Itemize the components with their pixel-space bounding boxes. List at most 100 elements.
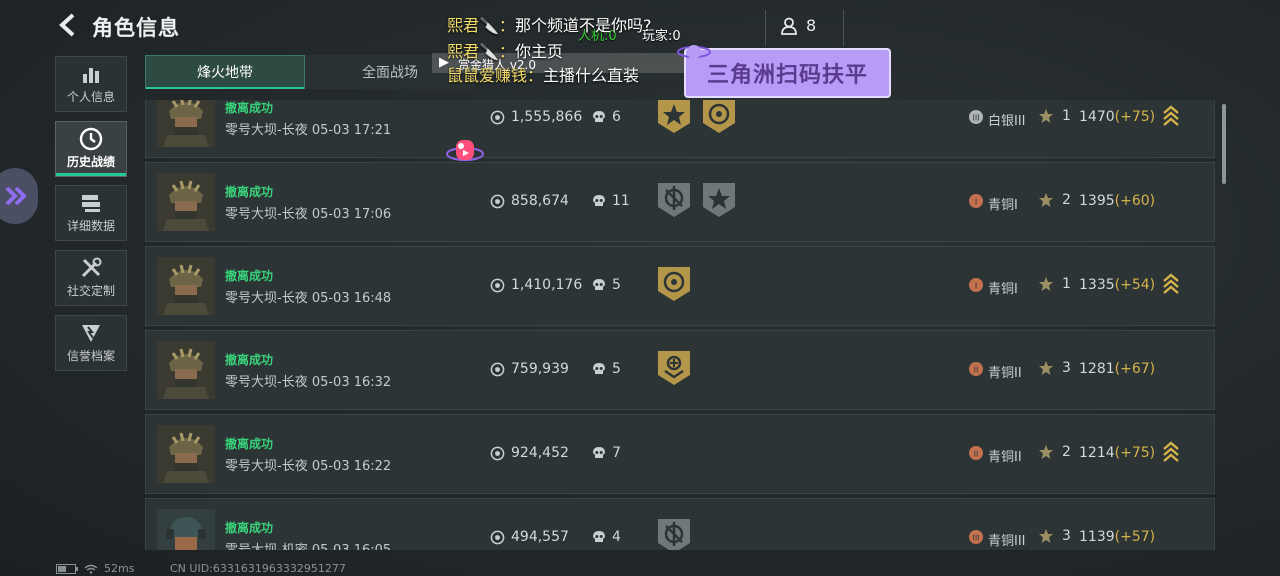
friends-button[interactable]: 8 [780, 16, 816, 35]
match-row[interactable]: 撤离成功 零号大坝-长夜 05-03 17:21 1,555,866 6 III… [145, 100, 1215, 158]
money-value: 1,410,176 [490, 277, 582, 293]
gold-coin-medal-icon [656, 265, 692, 303]
tools-icon [79, 257, 103, 279]
chat-message: 鼠鼠爱赚钱：主播什么直装 [447, 62, 639, 86]
kills-count: 11 [612, 193, 630, 209]
back-arrow-icon [59, 13, 75, 37]
svg-text:I: I [975, 198, 977, 207]
skull-icon [593, 110, 605, 122]
tab-fire-zone[interactable]: 烽火地带 [145, 55, 305, 89]
nav-social-custom[interactable]: 社交定制 [55, 250, 127, 306]
score-value: 1335 [1079, 277, 1115, 293]
gold-coin-medal-icon [701, 100, 737, 135]
money-value: 1,555,866 [490, 109, 582, 125]
kills-count: 5 [612, 277, 621, 293]
nav-label: 个人信息 [66, 90, 115, 104]
match-history-list[interactable]: 撤离成功 零号大坝-长夜 05-03 17:21 1,555,866 6 III… [145, 100, 1215, 550]
side-panel-handle[interactable] [0, 168, 38, 224]
floating-video-icon[interactable] [446, 134, 484, 166]
match-row[interactable]: 撤离成功 零号大坝-长夜 05-03 17:06 858,674 11 I 青铜… [145, 162, 1215, 242]
nav-label: 历史战绩 [66, 155, 115, 169]
money-amount: 858,674 [511, 193, 569, 209]
match-row[interactable]: 撤离成功 零号大坝-机密 05-03 16:05 494,557 4 III 青… [145, 498, 1215, 550]
kills-count: 4 [612, 529, 621, 545]
rank-bronze-icon: II [969, 446, 983, 460]
score-value: 1470 [1079, 109, 1115, 125]
rank-score: 1214(+75) [1079, 445, 1155, 461]
nav-label: 详细数据 [66, 219, 115, 233]
grey-crosshair-medal-icon [656, 517, 692, 550]
rank-bronze-icon: I [969, 194, 983, 208]
money-value: 494,557 [490, 529, 569, 545]
chat-user: 鼠鼠爱赚钱： [447, 66, 544, 85]
shield-icon [79, 322, 103, 344]
list-scrollbar[interactable] [1222, 104, 1226, 184]
stack-icon [79, 192, 103, 214]
rank-name: 青铜II [988, 366, 1022, 381]
coin-icon [490, 530, 505, 544]
rank-name: 青铜I [988, 198, 1018, 213]
skull-icon [593, 530, 605, 542]
star-icon [1039, 193, 1053, 207]
rank-up-chevrons-icon [1163, 105, 1179, 126]
kills-value: 7 [592, 445, 621, 461]
operator-avatar [157, 341, 215, 399]
grey-crosshair-medal-icon [656, 181, 692, 219]
skull-icon [593, 446, 605, 458]
score-delta: (+67) [1114, 361, 1156, 377]
chat-user: 熙君🔪： [447, 42, 515, 61]
operator-avatar [157, 257, 215, 315]
planet-sticker-icon [677, 45, 711, 59]
match-status: 撤离成功 [225, 101, 274, 115]
back-button[interactable] [56, 12, 80, 40]
operator-avatar [157, 509, 215, 550]
coin-icon [490, 194, 505, 208]
star-icon [1039, 361, 1053, 375]
match-row[interactable]: 撤离成功 零号大坝-长夜 05-03 16:32 759,939 5 II 青铜… [145, 330, 1215, 410]
svg-text:I: I [975, 282, 977, 291]
svg-text:II: II [974, 450, 979, 459]
kills-value: 11 [592, 193, 630, 209]
match-status: 撤离成功 [225, 437, 274, 451]
rank-stars: 2 [1038, 192, 1071, 208]
header-divider [765, 10, 766, 46]
coin-icon [490, 278, 505, 292]
nav-personal-info[interactable]: 个人信息 [55, 56, 127, 112]
score-value: 1395 [1079, 193, 1115, 209]
match-row[interactable]: 撤离成功 零号大坝-长夜 05-03 16:48 1,410,176 5 I 青… [145, 246, 1215, 326]
operator-avatar [157, 173, 215, 231]
rank-score: 1335(+54) [1079, 277, 1155, 293]
match-status: 撤离成功 [225, 185, 274, 199]
money-amount: 924,452 [511, 445, 569, 461]
header-divider [843, 10, 844, 46]
nav-detailed-data[interactable]: 详细数据 [55, 185, 127, 241]
rank-up-chevrons-icon [1163, 273, 1179, 294]
rank-stars: 1 [1038, 276, 1071, 292]
nav-match-history[interactable]: 历史战绩 [55, 121, 127, 177]
rank-stars: 1 [1038, 108, 1071, 124]
match-status: 撤离成功 [225, 521, 274, 535]
player-uid: CN UID:6331631963332951277 [170, 562, 346, 575]
map-and-time: 零号大坝-机密 05-03 16:05 [225, 539, 391, 550]
map-and-time: 零号大坝-长夜 05-03 16:22 [225, 459, 392, 474]
match-row[interactable]: 撤离成功 零号大坝-长夜 05-03 16:22 924,452 7 II 青铜… [145, 414, 1215, 494]
gold-star-medal-icon [656, 100, 692, 135]
rank-score: 1395(+60) [1079, 193, 1155, 209]
kills-value: 6 [592, 109, 621, 125]
star-count: 1 [1062, 108, 1071, 124]
rank-bronze-icon: I [969, 278, 983, 292]
kills-count: 7 [612, 445, 621, 461]
chat-message: 熙君🔪：那个频道不是你吗? [447, 12, 651, 36]
chat-text: 那个频道不是你吗? [514, 16, 652, 35]
star-count: 2 [1062, 444, 1071, 460]
kills-count: 6 [612, 109, 621, 125]
rank-bronze-icon: III [969, 530, 983, 544]
chat-user: 熙君🔪： [447, 16, 515, 35]
score-value: 1281 [1079, 361, 1115, 377]
match-status: 撤离成功 [225, 269, 274, 283]
gold-plus-medal-icon [656, 349, 692, 387]
promo-banner[interactable]: 三角洲扫码扶平 [684, 48, 891, 98]
nav-reputation[interactable]: 信誉档案 [55, 315, 127, 371]
skull-icon [593, 194, 605, 206]
money-amount: 1,555,866 [511, 109, 583, 125]
